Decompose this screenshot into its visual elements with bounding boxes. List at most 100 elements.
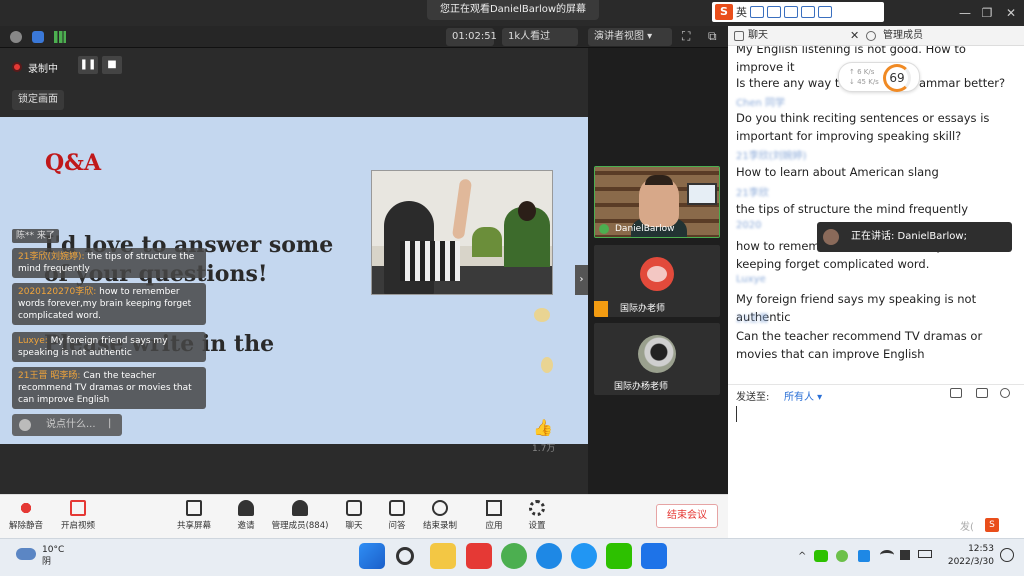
collapse-panel-button[interactable]: › [575, 265, 588, 295]
weather-widget[interactable]: 10°C 阴 [42, 544, 64, 568]
screenshot-icon[interactable] [976, 388, 988, 398]
ime-language-toggle[interactable]: 英 [736, 4, 747, 20]
cloud-icon [16, 548, 36, 560]
upload-speed: ↑ 6 K/s [849, 68, 875, 76]
chat-sender: 2020 [736, 220, 762, 231]
cpu-usage-gauge: 69 [883, 64, 911, 92]
chat-icon [346, 500, 362, 516]
edge-icon[interactable] [536, 543, 562, 569]
signal-icon [54, 31, 66, 43]
mic-muted-icon [18, 500, 34, 516]
send-to-dropdown[interactable]: 所有人 ▾ [784, 388, 822, 403]
chat-input[interactable] [728, 402, 1024, 514]
tray-app-icon[interactable] [858, 550, 870, 562]
invite-button[interactable]: 邀请 [224, 500, 268, 534]
floating-reaction-icon [534, 308, 550, 322]
settings-button[interactable]: 设置 [515, 500, 559, 534]
tab-members[interactable]: 管理成员 [883, 26, 923, 46]
apps-button[interactable]: 应用 [472, 500, 516, 534]
thumbs-up-icon[interactable]: 👍 [533, 418, 553, 437]
view-mode-dropdown[interactable]: 演讲者视图 ▾ [588, 28, 672, 46]
share-screen-button[interactable]: 共享屏幕 [172, 500, 216, 534]
start-menu-icon[interactable] [359, 543, 385, 569]
tray-wechat-icon[interactable] [814, 550, 828, 562]
browser-360-icon[interactable] [501, 543, 527, 569]
file-icon[interactable] [950, 388, 962, 398]
host-badge-icon [594, 301, 608, 317]
chat-sender: 21李欣 [736, 188, 769, 199]
chat-message: Do you think reciting sentences or essay… [736, 111, 990, 143]
chat-message: How to learn about American slang [736, 165, 939, 179]
emoji-icon[interactable] [19, 419, 31, 431]
shield-icon[interactable] [32, 31, 44, 43]
network-speed-widget: ↑ 6 K/s ↓ 45 K/s 69 [838, 62, 920, 92]
ime-skin-icon[interactable] [801, 6, 815, 18]
participant-tile[interactable]: 国际办杨老师 [594, 323, 720, 395]
chat-sender: 21李欣(刘婉婷) [736, 151, 807, 162]
sogou-logo-icon: S [715, 4, 733, 20]
ime-toolbar[interactable]: S 英 [712, 2, 884, 22]
record-dot-icon [12, 62, 22, 72]
popout-icon[interactable]: ⧉ [708, 29, 717, 44]
wps-icon[interactable] [466, 543, 492, 569]
manage-members-button[interactable]: 管理成员(884) [270, 500, 330, 534]
send-hint: 发( [960, 522, 974, 533]
meeting-timer: 01:02:51 [446, 28, 497, 46]
like-count: 1.7万 [532, 444, 556, 454]
record-stop-icon [432, 500, 448, 516]
app-icon[interactable] [571, 543, 597, 569]
speaking-indicator: 正在讲话: DanielBarlow; [817, 222, 1012, 252]
send-to-label: 发送至: [736, 392, 770, 403]
close-chat-icon[interactable]: ✕ [850, 26, 859, 46]
participant-tile[interactable]: 国际办老师 [594, 245, 720, 317]
danmu-message: 21王晋 昭李旸: Can the teacher recommend TV d… [12, 367, 206, 409]
start-video-button[interactable]: 开启视频 [56, 500, 100, 534]
sogou-mini-icon[interactable]: S [985, 518, 999, 532]
chat-sender: Chen 同学 [736, 98, 785, 109]
participant-avatar [640, 257, 674, 291]
participant-tile[interactable]: DanielBarlow [594, 166, 720, 238]
unmute-button[interactable]: 解除静音 [4, 500, 48, 534]
ime-voice-icon[interactable] [767, 6, 781, 18]
ime-tools-icon[interactable] [818, 6, 832, 18]
qa-button[interactable]: 问答 [375, 500, 419, 534]
close-button[interactable]: ✕ [996, 0, 1024, 26]
tencent-meeting-icon[interactable] [641, 543, 667, 569]
wechat-icon[interactable] [606, 543, 632, 569]
search-icon[interactable] [396, 547, 414, 565]
stop-recording-button[interactable]: ■ [102, 56, 122, 74]
system-clock[interactable]: 12:53 2022/3/30 [944, 543, 994, 569]
info-icon[interactable] [10, 31, 22, 43]
question-icon [389, 500, 405, 516]
mic-active-icon [599, 224, 609, 234]
floating-reaction-icon [541, 357, 553, 373]
tab-chat[interactable]: 聊天 [748, 26, 768, 46]
tray-overflow-icon[interactable]: ^ [798, 551, 806, 562]
volume-icon[interactable] [900, 550, 910, 560]
gear-icon [529, 500, 545, 516]
end-recording-button[interactable]: 结束录制 [418, 500, 462, 534]
file-explorer-icon[interactable] [430, 543, 456, 569]
chat-button[interactable]: 聊天 [332, 500, 376, 534]
danmu-send-divider: | [108, 418, 112, 429]
danmu-message: Luxye: My foreign friend says my speakin… [12, 332, 206, 362]
members-icon [292, 500, 308, 516]
ime-settings-icon[interactable] [750, 6, 764, 18]
pause-recording-button[interactable]: ❚❚ [78, 56, 98, 74]
participant-avatar [638, 335, 676, 373]
end-meeting-button[interactable]: 结束会议 [656, 504, 718, 528]
ime-keyboard-icon[interactable] [784, 6, 798, 18]
chat-sender: 21王晋 [736, 314, 769, 325]
join-notice: 陈** 来了 [12, 229, 59, 243]
viewers-count[interactable]: 1k人看过 [502, 28, 578, 46]
chat-message: Can the teacher recommend TV dramas or m… [736, 329, 983, 361]
temperature: 10°C [42, 545, 65, 555]
tray-app-icon[interactable] [836, 550, 848, 562]
battery-icon[interactable] [918, 550, 932, 558]
notification-icon[interactable] [1000, 548, 1014, 562]
participant-name: 国际办杨老师 [614, 382, 669, 392]
wifi-icon[interactable] [880, 550, 894, 560]
fullscreen-icon[interactable]: ⛶ [682, 29, 690, 44]
lock-screen-button[interactable]: 锁定画面 [12, 90, 64, 110]
user-icon[interactable] [1000, 388, 1010, 398]
